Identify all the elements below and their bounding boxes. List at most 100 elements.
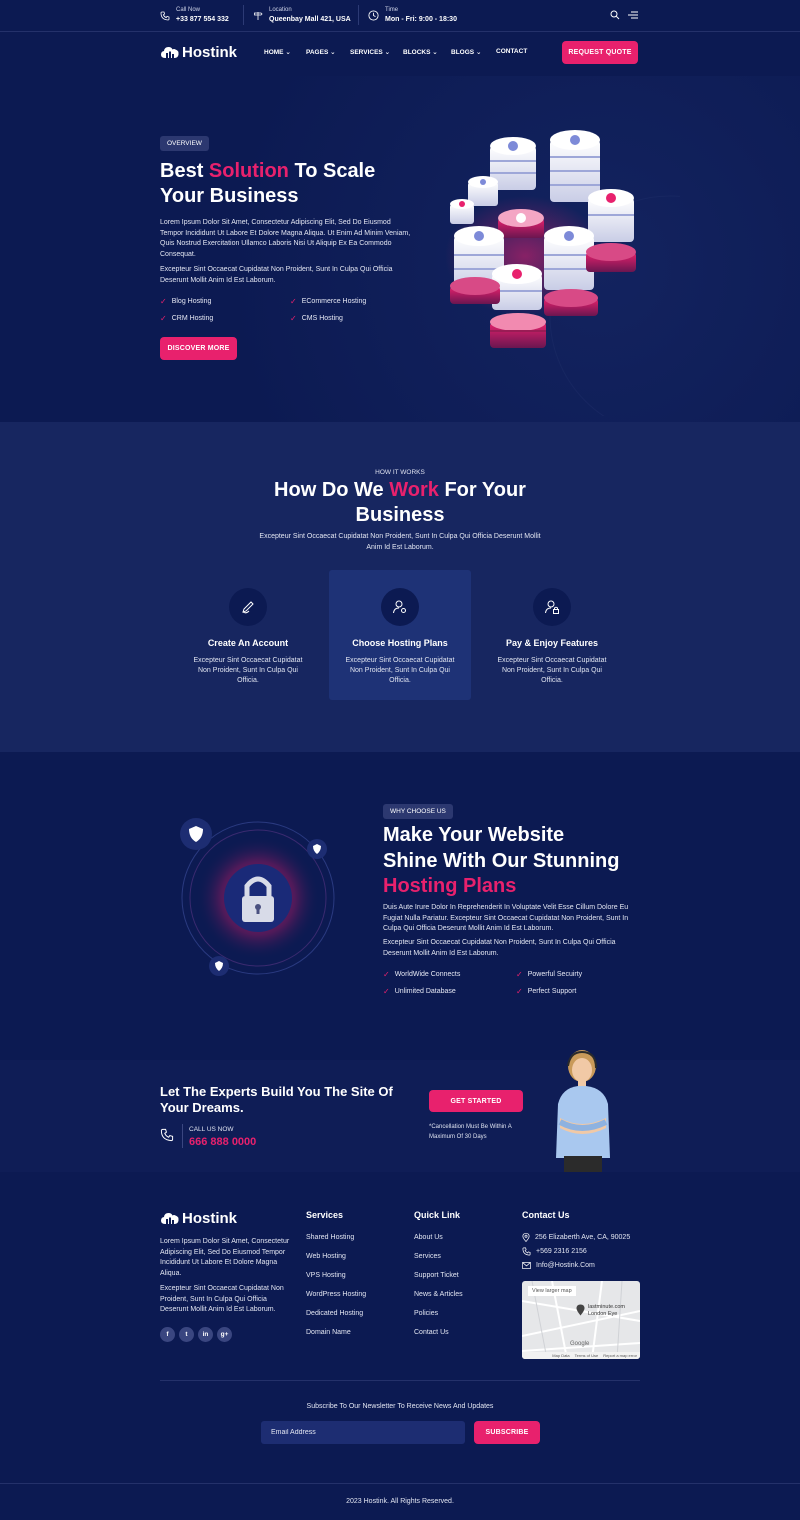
- time-label: Time: [385, 7, 399, 13]
- hero-title: Best Solution To Scale Your Business: [160, 160, 376, 207]
- security-illustration: [180, 818, 335, 976]
- time-value: Mon - Fri: 9:00 - 18:30: [385, 16, 457, 23]
- step-card-active[interactable]: Choose Hosting Plans Excepteur Sint Occa…: [329, 570, 471, 700]
- overview-badge: OVERVIEW: [160, 136, 209, 151]
- brand-name: Hostink: [182, 44, 238, 61]
- map-terms-link[interactable]: Terms of Use: [575, 1353, 599, 1358]
- map-data-label: Map Data: [552, 1353, 570, 1358]
- footer-link[interactable]: Support Ticket: [414, 1272, 459, 1279]
- cta-phone[interactable]: 666 888 0000: [189, 1136, 256, 1148]
- footer-link[interactable]: WordPress Hosting: [306, 1291, 366, 1298]
- nav-item-blogs[interactable]: BLOGS ⌄: [451, 48, 481, 56]
- twitter-icon[interactable]: t: [179, 1327, 194, 1342]
- time-info: Time Mon - Fri: 9:00 - 18:30: [368, 6, 457, 25]
- phone-icon: [160, 11, 170, 20]
- brand-name: Hostink: [182, 1210, 238, 1227]
- step-title: Pay & Enjoy Features: [505, 638, 599, 648]
- call-number[interactable]: +33 877 554 332: [176, 15, 229, 25]
- divider: [243, 5, 244, 25]
- footer-link[interactable]: Contact Us: [414, 1329, 449, 1336]
- why-paragraph-2: Excepteur Sint Occaecat Cupidatat Non Pr…: [383, 939, 616, 957]
- footer-link[interactable]: About Us: [414, 1234, 443, 1241]
- get-started-button[interactable]: GET STARTED: [429, 1090, 523, 1112]
- map-embed[interactable]: View larger map lastminute.com London Ey…: [522, 1281, 640, 1359]
- why-badge: WHY CHOOSE US: [383, 804, 453, 819]
- feature-item: ✓ Unlimited Database: [383, 987, 456, 996]
- map-pin-icon: [576, 1303, 585, 1321]
- feature-item: ✓ Perfect Support: [516, 987, 577, 996]
- facebook-icon[interactable]: f: [160, 1327, 175, 1342]
- cloud-logo-icon: [161, 47, 179, 58]
- server-illustration: [445, 130, 680, 416]
- discover-more-button[interactable]: DISCOVER MORE: [160, 337, 237, 360]
- footer-link[interactable]: Policies: [414, 1310, 438, 1317]
- check-icon: ✓: [383, 987, 390, 996]
- contact-address: 256 Elizaberth Ave, CA, 90025: [522, 1233, 630, 1242]
- menu-icon[interactable]: [628, 11, 638, 19]
- cta-banner: Let The Experts Build You The Site Of Yo…: [0, 1050, 800, 1172]
- chevron-down-icon: ⌄: [285, 49, 291, 56]
- footer-link[interactable]: Web Hosting: [306, 1253, 346, 1260]
- services-heading: Services: [306, 1210, 344, 1220]
- footer-link[interactable]: News & Articles: [414, 1291, 463, 1298]
- cta-title: Let The Experts Build You The Site Of Yo…: [160, 1084, 393, 1115]
- main-nav: Hostink HOME ⌄ PAGES ⌄ SERVICES ⌄ BLOCKS…: [0, 32, 800, 76]
- map-brand: Google: [570, 1341, 590, 1347]
- view-larger-map-link[interactable]: View larger map: [528, 1286, 576, 1296]
- check-icon: ✓: [516, 970, 523, 979]
- map-report-link[interactable]: Report a map error: [603, 1353, 637, 1358]
- search-icon[interactable]: [610, 10, 620, 20]
- location-label: Location: [269, 7, 292, 13]
- cloud-logo-icon: [161, 1213, 179, 1224]
- contact-phone[interactable]: +569 2316 2156: [522, 1247, 587, 1256]
- copyright-text: 2023 Hostink. All Rights Reserved.: [346, 1498, 454, 1505]
- newsletter-title: Subscribe To Our Newsletter To Receive N…: [306, 1403, 494, 1410]
- hero-section: OVERVIEW Best Solution To Scale Your Bus…: [0, 76, 800, 422]
- social-links: f t in g+: [160, 1327, 232, 1342]
- feature-item: ✓ WorldWide Connects: [383, 970, 461, 979]
- newsletter-email-input[interactable]: [261, 1421, 465, 1444]
- phone-icon: [160, 1128, 174, 1142]
- clock-icon: [368, 10, 379, 21]
- footer-link[interactable]: Services: [414, 1253, 441, 1260]
- signpost-icon: [254, 11, 263, 20]
- call-info[interactable]: Call Now +33 877 554 332: [160, 6, 229, 25]
- footer-link[interactable]: Domain Name: [306, 1329, 351, 1336]
- step-card[interactable]: Pay & Enjoy Features Excepteur Sint Occa…: [481, 570, 623, 700]
- google-plus-icon[interactable]: g+: [217, 1327, 232, 1342]
- call-us-label: CALL US NOW: [189, 1126, 234, 1133]
- request-quote-button[interactable]: REQUEST QUOTE: [562, 41, 638, 64]
- footer-logo[interactable]: Hostink: [160, 1210, 237, 1227]
- nav-item-blocks[interactable]: BLOCKS ⌄: [403, 48, 438, 56]
- contact-heading: Contact Us: [522, 1210, 570, 1220]
- cancellation-note: *Cancellation Must Be Within A Maximum O…: [429, 1124, 512, 1140]
- map-place-london-eye: London Eye: [588, 1311, 618, 1317]
- footer-link[interactable]: VPS Hosting: [306, 1272, 346, 1279]
- why-choose-us-section: WHY CHOOSE US Make Your Website Shine Wi…: [0, 752, 800, 1060]
- feature-item: ✓ CMS Hosting: [290, 314, 343, 323]
- step-description: Excepteur Sint Occaecat Cupidatat Non Pr…: [345, 657, 455, 684]
- footer-link[interactable]: Dedicated Hosting: [306, 1310, 363, 1317]
- subscribe-button[interactable]: SUBSCRIBE: [474, 1421, 540, 1444]
- how-it-works-section: HOW IT WORKS How Do We Work For Your Bus…: [0, 422, 800, 752]
- user-settings-icon: [381, 588, 419, 626]
- feature-item: ✓ CRM Hosting: [160, 314, 214, 323]
- check-icon: ✓: [383, 970, 390, 979]
- nav-item-contact[interactable]: CONTACT: [496, 48, 527, 55]
- nav-item-pages[interactable]: PAGES ⌄: [306, 48, 336, 56]
- pen-icon: [229, 588, 267, 626]
- contact-email[interactable]: Info@Hostink.Com: [522, 1262, 595, 1269]
- nav-item-home[interactable]: HOME ⌄: [264, 48, 291, 56]
- hero-paragraph-1: Lorem Ipsum Dolor Sit Amet, Consectetur …: [160, 219, 411, 258]
- nav-item-services[interactable]: SERVICES ⌄: [350, 48, 390, 56]
- map-place-lastminute: lastminute.com: [588, 1304, 625, 1310]
- logo[interactable]: Hostink: [160, 44, 237, 61]
- divider: [182, 1124, 183, 1148]
- linkedin-icon[interactable]: in: [198, 1327, 213, 1342]
- hero-paragraph-2: Excepteur Sint Occaecat Cupidatat Non Pr…: [160, 266, 393, 284]
- step-card[interactable]: Create An Account Excepteur Sint Occaeca…: [177, 570, 319, 700]
- check-icon: ✓: [160, 297, 167, 306]
- mail-icon: [522, 1262, 531, 1269]
- footer-link[interactable]: Shared Hosting: [306, 1234, 354, 1241]
- feature-item: ✓ ECommerce Hosting: [290, 297, 367, 306]
